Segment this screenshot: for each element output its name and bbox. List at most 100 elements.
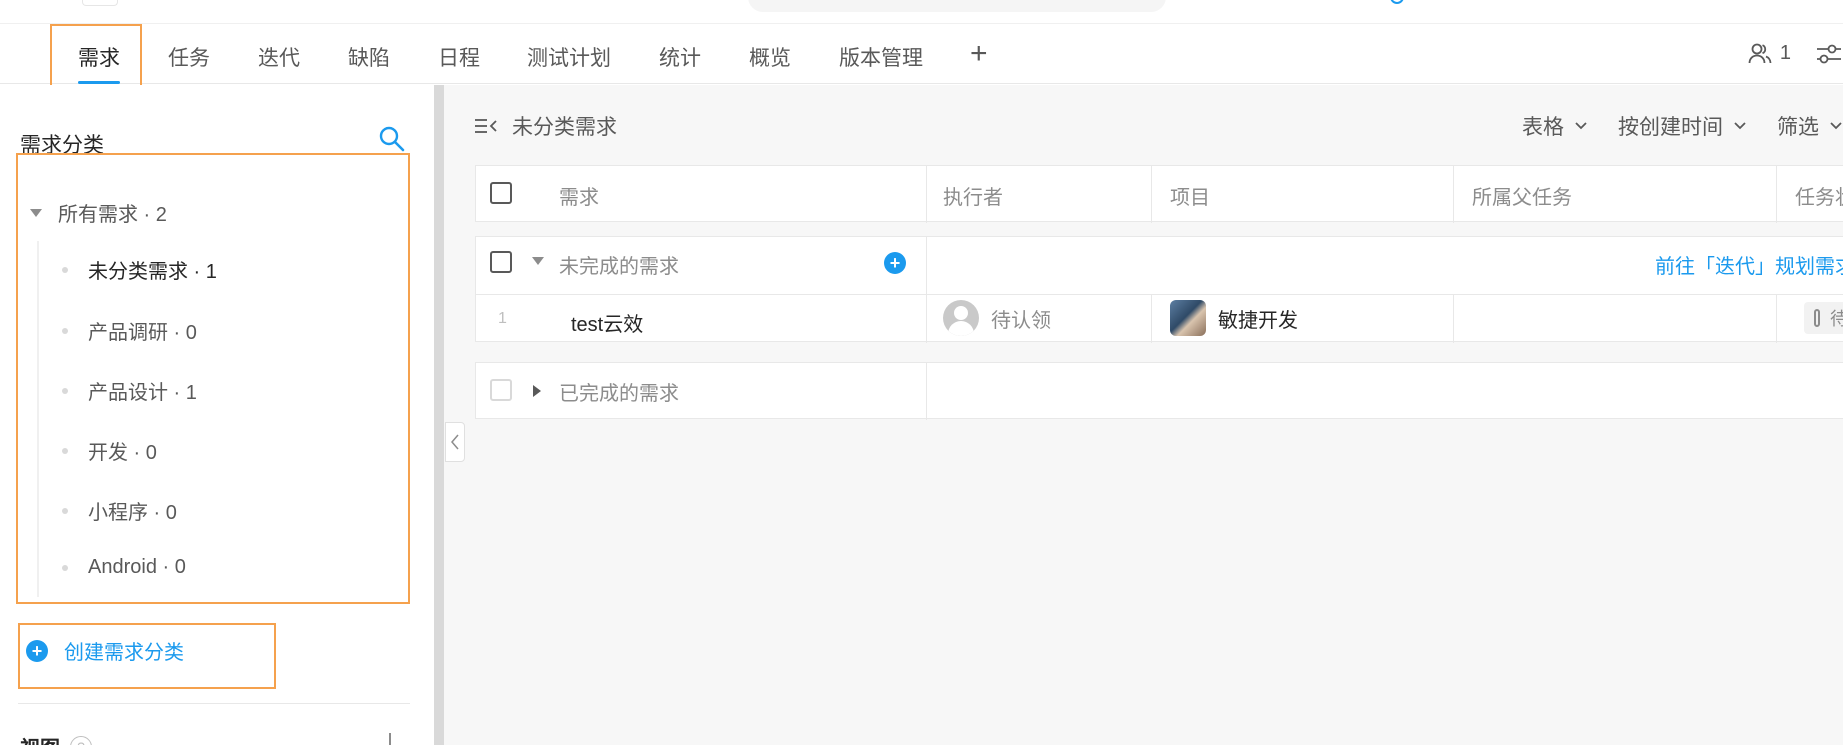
bullet-icon xyxy=(62,507,68,514)
global-search-bar[interactable] xyxy=(748,0,1166,12)
group-select-checkbox[interactable] xyxy=(490,379,512,401)
table-header: 需求 执行者 项目 所属父任务 任务状态 xyxy=(475,165,1843,223)
view-toolbar: 表格 按创建时间 筛选 xyxy=(1522,111,1843,141)
bullet-icon xyxy=(62,327,68,334)
add-tab-button[interactable]: + xyxy=(970,37,988,71)
tab-overview[interactable]: 概览 xyxy=(749,42,791,72)
tree-item[interactable]: Android · 0 xyxy=(62,556,186,579)
tree-root-all-requirements[interactable]: 所有需求 · 2 xyxy=(30,198,167,227)
tab-sprints[interactable]: 迭代 xyxy=(258,42,300,72)
column-header-task-status[interactable]: 任务状态 xyxy=(1795,181,1843,210)
row-index: 1 xyxy=(498,310,507,327)
tree-item[interactable]: 产品调研 · 0 xyxy=(62,316,197,345)
tree-item-label: Android · 0 xyxy=(88,556,186,578)
plus-circle-icon: + xyxy=(26,639,48,662)
group-incomplete: 未完成的需求 + 前往「迭代」规划需求 1 test云效 待认领 敏捷开发 待 xyxy=(475,236,1843,343)
tab-version-management[interactable]: 版本管理 xyxy=(839,42,923,72)
column-divider xyxy=(1453,166,1454,223)
sort-label: 按创建时间 xyxy=(1618,116,1723,139)
notification-icon[interactable] xyxy=(1390,0,1404,4)
views-label: 视图 xyxy=(20,732,60,745)
tree-item-label: 小程序 · 0 xyxy=(88,502,177,524)
tab-bugs[interactable]: 缺陷 xyxy=(348,42,390,72)
column-divider xyxy=(1151,294,1152,343)
project-name: 敏捷开发 xyxy=(1218,309,1298,332)
help-icon[interactable]: ? xyxy=(70,735,92,745)
project-cell[interactable]: 敏捷开发 xyxy=(1170,300,1298,336)
tab-requirements[interactable]: 需求 xyxy=(78,42,120,72)
members-button[interactable]: 1 xyxy=(1748,42,1791,65)
status-cell[interactable]: 待处理 xyxy=(1804,302,1843,334)
tree-item-label: 产品调研 · 0 xyxy=(88,322,197,344)
tree-item[interactable]: 小程序 · 0 xyxy=(62,496,177,525)
column-divider xyxy=(1776,166,1777,223)
filter-label: 筛选 xyxy=(1777,116,1819,139)
status-chip[interactable]: 待处理 xyxy=(1804,302,1843,334)
plan-in-sprint-link[interactable]: 前往「迭代」规划需求 xyxy=(1655,250,1843,279)
divider xyxy=(18,703,410,704)
tree-item[interactable]: 未分类需求 · 1 xyxy=(62,255,217,284)
bullet-icon xyxy=(62,266,68,273)
sidebar-resize-handle[interactable] xyxy=(434,85,444,745)
select-all-checkbox[interactable] xyxy=(490,182,512,204)
bullet-icon xyxy=(62,447,68,454)
tree-root-label: 所有需求 · 2 xyxy=(58,204,167,226)
tab-statistics[interactable]: 统计 xyxy=(659,42,701,72)
checkbox-icon xyxy=(490,251,512,273)
column-header-project[interactable]: 项目 xyxy=(1170,181,1210,210)
sort-dropdown[interactable]: 按创建时间 xyxy=(1618,111,1747,141)
chevron-down-icon xyxy=(1830,122,1842,130)
settings-sliders-icon[interactable] xyxy=(1815,43,1843,65)
category-sidebar: 需求分类 所有需求 · 2 未分类需求 · 1 产品调研 · 0 产品设计 · … xyxy=(0,85,434,745)
column-divider xyxy=(926,237,927,343)
views-section-header: 视图 ? xyxy=(20,732,92,745)
tree-item-label: 未分类需求 · 1 xyxy=(88,261,217,283)
tree-item-label: 产品设计 · 1 xyxy=(88,382,197,404)
chevron-down-icon xyxy=(1575,122,1587,130)
requirements-main-panel: 未分类需求 表格 按创建时间 筛选 需求 执行者 项目 所属父任务 任务状态 未… xyxy=(444,85,1843,745)
row-divider xyxy=(476,294,1843,295)
tab-tasks[interactable]: 任务 xyxy=(168,42,210,72)
add-requirement-button[interactable]: + xyxy=(884,252,906,274)
group-label: 已完成的需求 xyxy=(559,383,679,405)
avatar xyxy=(943,300,979,336)
search-icon[interactable] xyxy=(378,125,406,153)
header-button[interactable] xyxy=(82,0,118,6)
column-header-requirement[interactable]: 需求 xyxy=(559,181,599,210)
breadcrumb: 未分类需求 xyxy=(474,111,617,141)
members-count: 1 xyxy=(1779,42,1791,64)
column-header-assignee[interactable]: 执行者 xyxy=(943,181,1003,210)
more-icon[interactable] xyxy=(389,733,391,745)
caret-down-icon xyxy=(30,208,42,217)
column-divider xyxy=(926,166,927,223)
column-header-parent-task[interactable]: 所属父任务 xyxy=(1472,181,1572,210)
module-tabs: 需求 任务 迭代 缺陷 日程 测试计划 统计 概览 版本管理 + 1 xyxy=(0,24,1843,84)
collapse-sidebar-button[interactable] xyxy=(445,422,465,462)
filter-dropdown[interactable]: 筛选 xyxy=(1777,111,1843,141)
active-tab-indicator xyxy=(78,81,120,84)
view-type-dropdown[interactable]: 表格 xyxy=(1522,111,1588,141)
plus-circle-icon: + xyxy=(884,252,906,274)
group-expand-toggle[interactable] xyxy=(533,385,541,397)
assignee-label: 待认领 xyxy=(991,309,1051,332)
column-divider xyxy=(1776,294,1777,343)
page-title: 未分类需求 xyxy=(512,116,617,139)
caret-down-icon xyxy=(532,257,544,265)
tabs-right-tools: 1 xyxy=(1748,42,1843,65)
bullet-icon xyxy=(62,564,68,571)
project-avatar xyxy=(1170,300,1206,336)
tab-test-plan[interactable]: 测试计划 xyxy=(527,42,611,72)
group-collapse-toggle[interactable] xyxy=(532,257,544,265)
requirement-title[interactable]: test云效 xyxy=(571,308,643,337)
tab-schedule[interactable]: 日程 xyxy=(438,42,480,72)
top-header xyxy=(0,0,1843,24)
assignee-cell[interactable]: 待认领 xyxy=(943,300,1051,336)
tree-item[interactable]: 开发 · 0 xyxy=(62,436,157,465)
create-category-button[interactable]: + 创建需求分类 xyxy=(26,636,184,665)
tree-item[interactable]: 产品设计 · 1 xyxy=(62,376,197,405)
tree-guide-line xyxy=(37,241,39,597)
checkbox-icon xyxy=(1814,309,1820,327)
collapse-menu-icon[interactable] xyxy=(474,116,498,136)
column-divider xyxy=(926,363,927,420)
group-select-checkbox[interactable] xyxy=(490,251,512,273)
